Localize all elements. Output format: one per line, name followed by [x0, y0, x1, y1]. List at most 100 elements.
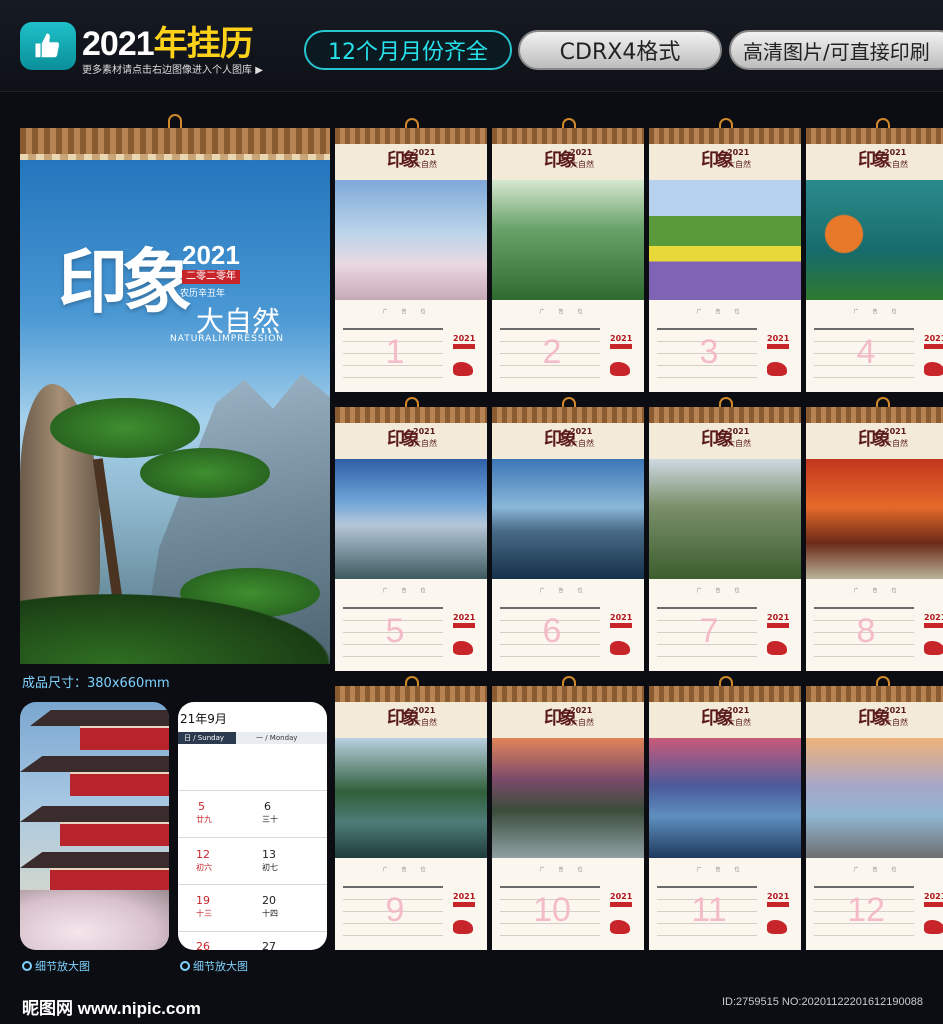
month-title-year: 2021 [413, 148, 436, 157]
pagoda-wall [50, 868, 169, 892]
month-photo [335, 459, 487, 579]
detail-caption-a[interactable]: 细节放大图 [22, 958, 90, 974]
month-red-strip [610, 344, 632, 349]
month-calendar[interactable]: 印象2021大自然广告位122021 [806, 686, 943, 950]
day-number: 13 [262, 848, 276, 861]
cover-top-border [20, 128, 330, 160]
month-calendar[interactable]: 印象2021大自然广告位42021 [806, 128, 943, 392]
subtitle-link[interactable]: 更多素材请点击右边图像进入个人图库 ▶ [82, 61, 263, 76]
month-title-dzr: 大自然 [884, 718, 908, 727]
day-number: 6 [264, 800, 271, 813]
month-title-year: 2021 [413, 706, 436, 715]
month-title-dzr: 大自然 [727, 160, 751, 169]
lunar-day: 初六 [196, 863, 212, 872]
day-number: 19 [196, 894, 210, 907]
magnifier-icon [180, 961, 190, 971]
month-red-strip [453, 623, 475, 628]
month-calendar[interactable]: 印象 2021 大自然 广告位 11 2021 [649, 686, 801, 950]
cover-year: 2021 [182, 240, 240, 270]
month-calendar[interactable]: 印象 2021 大自然 广告位 2 2021 [492, 128, 644, 392]
month-calendar[interactable]: 印象 2021 大自然 广告位 9 2021 [335, 686, 487, 950]
lunar-day: 三十 [262, 815, 278, 824]
ad-placeholder: 广告位 [696, 588, 754, 594]
day-number: 12 [196, 848, 210, 861]
month-number: 7 [699, 612, 719, 650]
cover-lunar: 农历辛丑年 [180, 289, 226, 299]
month-photo [492, 738, 644, 858]
detail-cal-title: 21年9月 [180, 712, 227, 726]
month-top-border [492, 407, 644, 423]
month-calendar[interactable]: 印象 2021 大自然 广告位 6 2021 [492, 407, 644, 671]
month-title-dzr: 大自然 [570, 439, 594, 448]
month-year-mark: 2021 [610, 613, 633, 622]
ad-placeholder: 广告位 [853, 867, 911, 873]
month-calendar[interactable]: 印象 2021 大自然 广告位 10 2021 [492, 686, 644, 950]
ad-placeholder: 广告位 [382, 309, 440, 315]
month-top-border [806, 128, 943, 144]
ad-placeholder: 广告位 [382, 588, 440, 594]
month-top-border [806, 686, 943, 702]
ox-icon [453, 641, 473, 655]
month-photo [806, 180, 943, 300]
header: 2021年挂历 更多素材请点击右边图像进入个人图库 ▶ 12个月月份齐全 CDR… [0, 0, 943, 92]
month-red-strip [453, 344, 475, 349]
ox-icon [610, 641, 630, 655]
month-title-dzr: 大自然 [727, 718, 751, 727]
ox-icon [610, 362, 630, 376]
month-calendar[interactable]: 印象 2021 大自然 广告位 1 2021 [335, 128, 487, 392]
month-year-mark: 2021 [767, 334, 790, 343]
detail-caption-b[interactable]: 细节放大图 [180, 958, 248, 974]
size-label: 成品尺寸：380x660mm [22, 676, 170, 691]
month-calendar[interactable]: 印象 2021 大自然 广告位 3 2021 [649, 128, 801, 392]
month-number: 11 [691, 891, 727, 929]
detail-cal-header: 日 / Sunday 一 / Monday [178, 732, 327, 744]
month-year-mark: 2021 [453, 892, 476, 901]
ad-placeholder: 广告位 [539, 588, 597, 594]
month-photo [649, 738, 801, 858]
month-calendar[interactable]: 印象2021大自然广告位82021 [806, 407, 943, 671]
foliage [20, 594, 330, 664]
month-photo [806, 738, 943, 858]
ox-icon [924, 362, 943, 376]
month-year-mark: 2021 [767, 892, 790, 901]
magnifier-icon [22, 961, 32, 971]
month-year-mark: 2021 [453, 334, 476, 343]
site-logo[interactable]: 昵图网 www.nipic.com [22, 994, 201, 1019]
pagoda-roof [20, 852, 169, 868]
ad-placeholder: 广告位 [696, 867, 754, 873]
month-top-border [492, 128, 644, 144]
thumbs-up-badge[interactable] [20, 22, 76, 70]
month-calendar[interactable]: 印象 2021 大自然 广告位 7 2021 [649, 407, 801, 671]
detail-image-pagoda[interactable] [20, 702, 169, 950]
month-year-mark: 2021 [767, 613, 790, 622]
month-top-border [649, 407, 801, 423]
month-number: 2 [542, 333, 562, 371]
month-title-dzr: 大自然 [727, 439, 751, 448]
day-number: 5 [198, 800, 205, 813]
pine-canopy [50, 398, 200, 458]
month-number: 12 [847, 891, 885, 929]
month-photo [649, 459, 801, 579]
month-title-dzr: 大自然 [884, 160, 908, 169]
lunar-day: 初七 [262, 863, 278, 872]
month-red-strip [767, 344, 789, 349]
detail-image-calendar[interactable]: 21年9月 日 / Sunday 一 / Monday 5 廿九 6 三十 12… [178, 702, 327, 950]
month-calendar[interactable]: 印象 2021 大自然 广告位 5 2021 [335, 407, 487, 671]
month-number: 9 [385, 891, 405, 929]
blossom [20, 890, 169, 950]
month-year-mark: 2021 [924, 892, 943, 901]
month-photo [806, 459, 943, 579]
ox-icon [453, 362, 473, 376]
month-title-dzr: 大自然 [570, 718, 594, 727]
pagoda-wall [60, 822, 169, 846]
month-top-border [335, 686, 487, 702]
month-photo [492, 459, 644, 579]
month-photo [335, 738, 487, 858]
month-red-strip [924, 344, 943, 349]
ad-placeholder: 广告位 [853, 588, 911, 594]
day-number: 27 [262, 940, 276, 950]
ox-icon [767, 362, 787, 376]
pagoda-roof [20, 756, 169, 772]
month-red-strip [453, 902, 475, 907]
arrow-right-icon: ▶ [255, 65, 263, 76]
